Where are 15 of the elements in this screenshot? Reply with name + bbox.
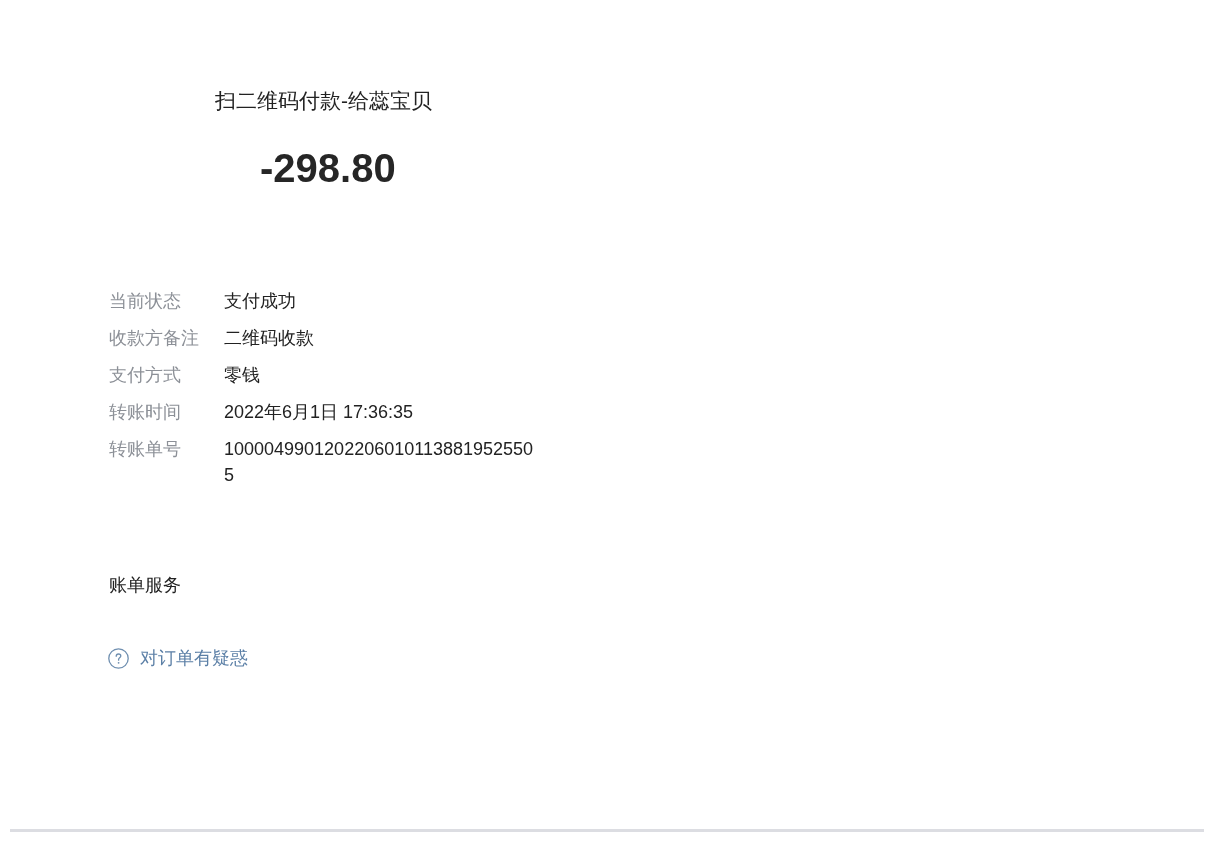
amount-text: -298.80 (260, 145, 396, 192)
section-title: 账单服务 (109, 574, 181, 597)
help-link[interactable]: 对订单有疑惑 (108, 645, 248, 671)
question-circle-icon (108, 647, 129, 669)
detail-label: 当前状态 (109, 290, 182, 313)
detail-label: 转账单号 (109, 438, 182, 461)
detail-value: 2022年6月1日 17:36:35 (224, 401, 414, 424)
detail-label: 收款方备注 (109, 327, 200, 350)
detail-value: 零钱 (224, 364, 260, 387)
detail-label: 支付方式 (109, 364, 182, 387)
detail-label: 转账时间 (109, 401, 182, 424)
detail-value: 支付成功 (224, 290, 296, 313)
page-title: 扫二维码付款-给蕊宝贝 (215, 88, 432, 114)
detail-value: 二维码收款 (224, 327, 314, 350)
detail-value: 10000499012022060101138819525505 (224, 438, 534, 487)
